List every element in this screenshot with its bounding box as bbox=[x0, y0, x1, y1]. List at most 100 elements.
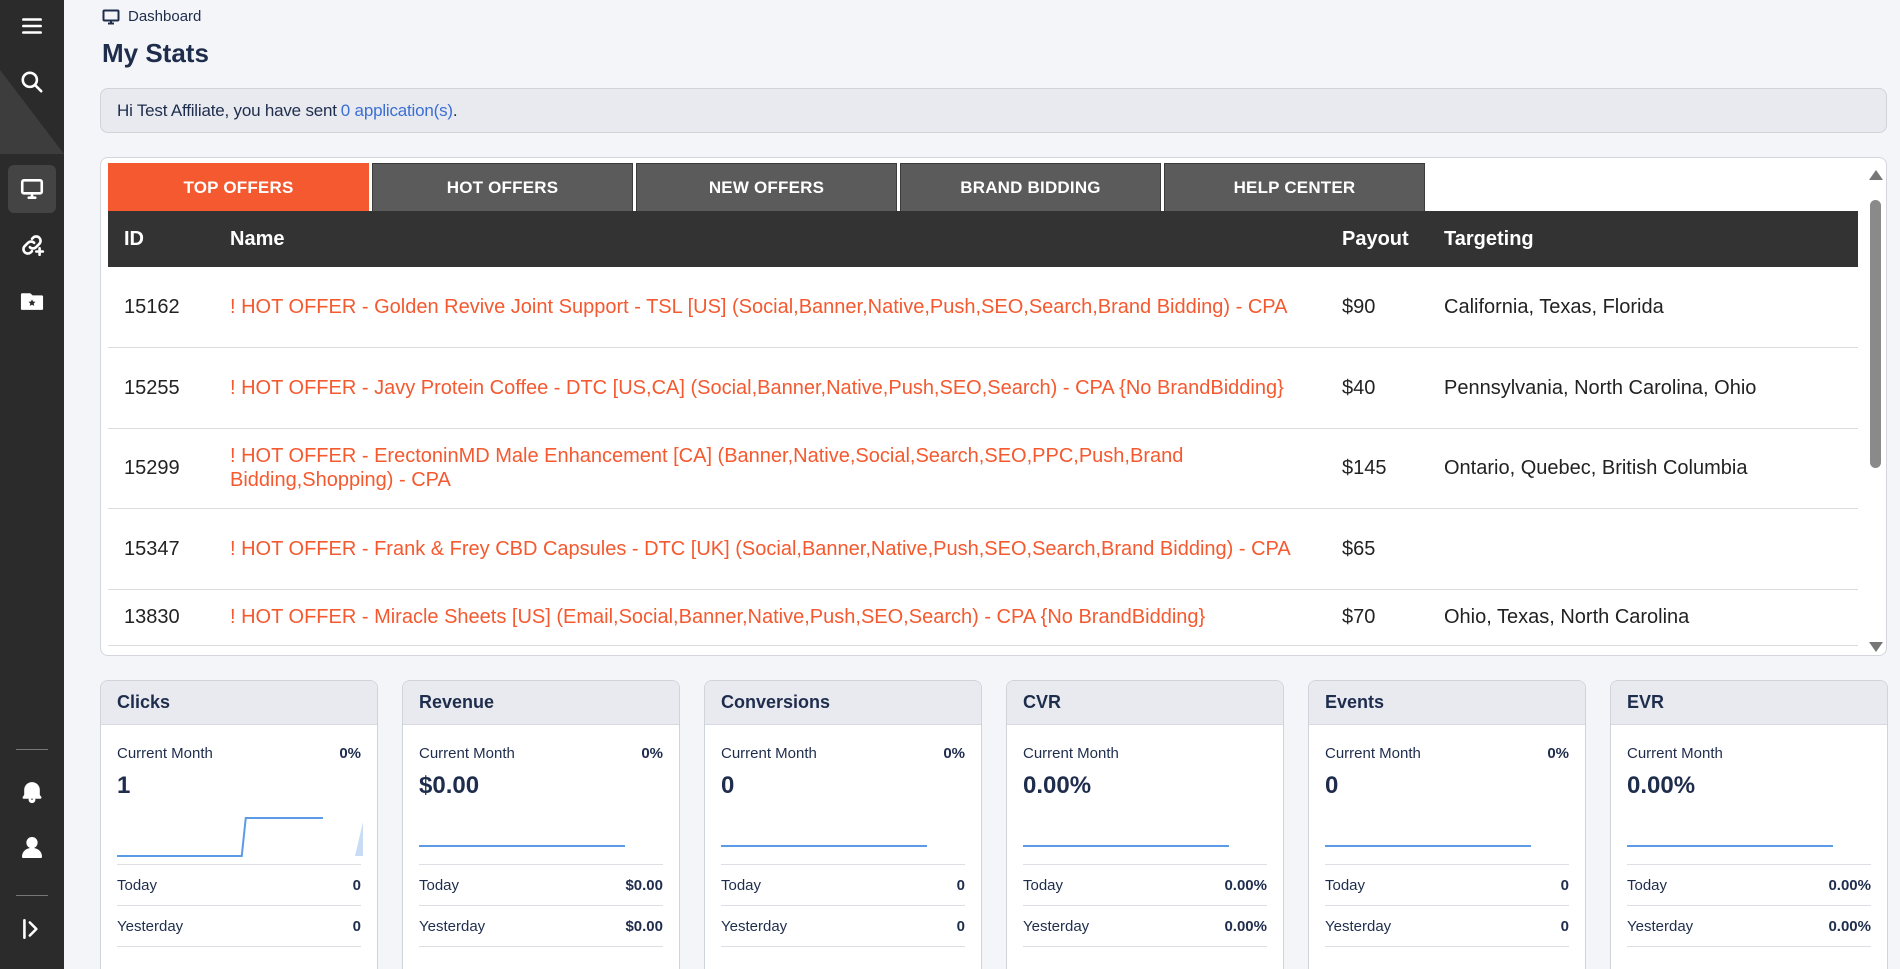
scroll-down-arrow-icon[interactable] bbox=[1869, 642, 1883, 652]
welcome-alert: Hi Test Affiliate, you have sent 0 appli… bbox=[100, 88, 1887, 133]
offer-id: 13830 bbox=[124, 606, 180, 628]
sparkline-chart bbox=[1627, 845, 1833, 847]
today-row: Today 0.00% bbox=[1023, 865, 1267, 906]
monitor-icon[interactable] bbox=[8, 165, 56, 213]
breadcrumb-label[interactable]: Dashboard bbox=[128, 8, 201, 25]
offer-id: 15255 bbox=[124, 376, 180, 399]
month-value: $0.00 bbox=[419, 772, 480, 799]
yesterday-value: 0.00% bbox=[1224, 917, 1267, 935]
tab-help-center[interactable]: HELP CENTER bbox=[1164, 163, 1425, 211]
offer-payout: $40 bbox=[1342, 376, 1376, 399]
change-percent: 0% bbox=[1547, 745, 1569, 762]
offer-name-link[interactable]: ! HOT OFFER - Golden Revive Joint Suppor… bbox=[214, 267, 1326, 348]
star-folder-icon[interactable] bbox=[8, 277, 56, 325]
link-add-icon[interactable] bbox=[8, 221, 56, 269]
header-targeting[interactable]: Targeting bbox=[1428, 211, 1858, 267]
revenue-card: Revenue Current Month 0% $0.00 Today $0.00 Yes… bbox=[402, 680, 680, 969]
table-row: 13830 ! HOT OFFER - Miracle Sheets [US] … bbox=[108, 589, 1858, 645]
offers-table: ID Name Payout Targeting 15162 ! HOT OFF… bbox=[108, 211, 1858, 646]
collapse-icon[interactable] bbox=[8, 905, 56, 953]
tab-hot-offers[interactable]: HOT OFFERS bbox=[372, 163, 633, 211]
yesterday-row: Yesterday 0 bbox=[1325, 906, 1569, 947]
change-percent: 0% bbox=[641, 745, 663, 762]
month-value: 0 bbox=[721, 772, 735, 799]
table-row: 15299 ! HOT OFFER - ErectoninMD Male Enh… bbox=[108, 428, 1858, 509]
offer-targeting: California, Texas, Florida bbox=[1444, 296, 1664, 318]
yesterday-value: 0.00% bbox=[1828, 917, 1871, 935]
header-payout[interactable]: Payout bbox=[1326, 211, 1428, 267]
sparkline-chart bbox=[721, 845, 927, 847]
scroll-up-arrow-icon[interactable] bbox=[1869, 170, 1883, 180]
card-title: Clicks bbox=[101, 681, 377, 725]
bell-icon[interactable] bbox=[8, 767, 56, 815]
sidebar-divider bbox=[16, 895, 48, 896]
month-value: 0.00% bbox=[1023, 772, 1092, 799]
yesterday-label: Yesterday bbox=[117, 917, 184, 935]
yesterday-value: $0.00 bbox=[625, 917, 663, 935]
monitor-icon bbox=[102, 9, 120, 24]
tab-top-offers[interactable]: TOP OFFERS bbox=[108, 163, 369, 211]
sparkline-area-edge bbox=[355, 822, 363, 856]
page-title: My Stats bbox=[102, 38, 209, 68]
offer-targeting: Ohio, Texas, North Carolina bbox=[1444, 606, 1690, 628]
month-value: 0 bbox=[1325, 772, 1339, 799]
evr-card: EVR Current Month 0.00% Today 0.00% Yesterday… bbox=[1610, 680, 1888, 969]
search-icon[interactable] bbox=[8, 58, 56, 106]
offer-id: 15162 bbox=[124, 296, 180, 318]
offers-scrollbar[interactable] bbox=[1864, 166, 1886, 655]
alert-suffix: . bbox=[452, 100, 458, 120]
tab-new-offers[interactable]: NEW OFFERS bbox=[636, 163, 897, 211]
offer-payout: $70 bbox=[1342, 606, 1376, 628]
table-row: 15255 ! HOT OFFER - Javy Protein Coffee … bbox=[108, 348, 1858, 429]
sparkline-chart bbox=[1023, 845, 1229, 847]
today-label: Today bbox=[1023, 876, 1064, 894]
stat-cards: Clicks Current Month 0% 1 Today 0 Yesterday 0 Re… bbox=[100, 680, 1888, 969]
offer-payout: $145 bbox=[1342, 457, 1387, 480]
offer-payout: $90 bbox=[1342, 296, 1376, 318]
change-percent: 0% bbox=[943, 745, 965, 762]
change-percent: 0% bbox=[339, 745, 361, 762]
today-value: 0 bbox=[1560, 876, 1569, 894]
user-icon[interactable] bbox=[8, 823, 56, 871]
period-label: Current Month bbox=[117, 745, 213, 762]
today-value: $0.00 bbox=[625, 876, 663, 894]
tab-brand-bidding[interactable]: BRAND BIDDING bbox=[900, 163, 1161, 211]
sparkline-series bbox=[117, 817, 323, 857]
today-label: Today bbox=[721, 876, 762, 894]
card-title: Revenue bbox=[403, 681, 679, 725]
period-label: Current Month bbox=[1325, 745, 1421, 762]
applications-link[interactable]: 0 application(s) bbox=[341, 101, 453, 121]
offers-tabs: TOP OFFERS HOT OFFERS NEW OFFERS BRAND B… bbox=[108, 163, 1425, 211]
offer-name-link[interactable]: ! HOT OFFER - Miracle Sheets [US] (Email… bbox=[214, 589, 1326, 645]
today-row: Today 0 bbox=[1325, 865, 1569, 906]
yesterday-value: 0 bbox=[956, 917, 965, 935]
offer-targeting bbox=[1428, 509, 1858, 590]
offer-id: 15347 bbox=[124, 537, 180, 560]
menu-icon[interactable] bbox=[8, 2, 56, 50]
sidebar-divider bbox=[16, 749, 48, 750]
offer-name-link[interactable]: ! HOT OFFER - ErectoninMD Male Enhanceme… bbox=[214, 428, 1326, 509]
header-name[interactable]: Name bbox=[214, 211, 1326, 267]
today-value: 0.00% bbox=[1828, 876, 1871, 894]
period-label: Current Month bbox=[1023, 745, 1119, 762]
yesterday-label: Yesterday bbox=[1023, 917, 1090, 935]
month-value: 1 bbox=[117, 772, 131, 799]
today-value: 0.00% bbox=[1224, 876, 1267, 894]
yesterday-row: Yesterday 0.00% bbox=[1023, 906, 1267, 947]
alert-text: Hi Test Affiliate, you have sent bbox=[117, 100, 337, 120]
yesterday-row: Yesterday $0.00 bbox=[419, 906, 663, 947]
card-title: Conversions bbox=[705, 681, 981, 725]
scrollbar-thumb[interactable] bbox=[1870, 200, 1881, 468]
period-label: Current Month bbox=[419, 745, 515, 762]
yesterday-row: Yesterday 0 bbox=[721, 906, 965, 947]
yesterday-label: Yesterday bbox=[1627, 917, 1694, 935]
today-label: Today bbox=[1627, 876, 1668, 894]
yesterday-value: 0 bbox=[352, 917, 361, 935]
clicks-card: Clicks Current Month 0% 1 Today 0 Yesterday 0 bbox=[100, 680, 378, 969]
header-id[interactable]: ID bbox=[108, 211, 214, 267]
today-row: Today $0.00 bbox=[419, 865, 663, 906]
offer-name-link[interactable]: ! HOT OFFER - Javy Protein Coffee - DTC … bbox=[214, 348, 1326, 429]
yesterday-row: Yesterday 0.00% bbox=[1627, 906, 1871, 947]
offer-targeting: Ontario, Quebec, British Columbia bbox=[1444, 457, 1748, 480]
offer-name-link[interactable]: ! HOT OFFER - Frank & Frey CBD Capsules … bbox=[214, 509, 1326, 590]
